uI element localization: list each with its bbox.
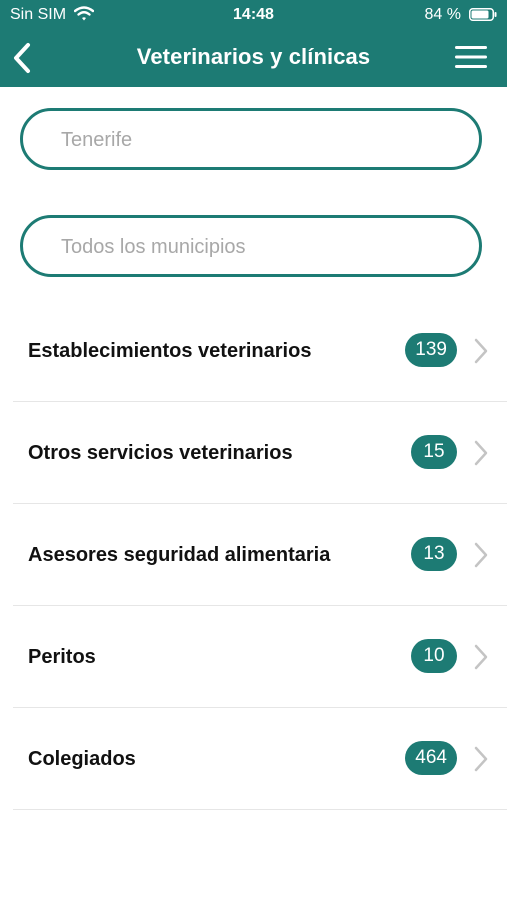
list-item-label: Colegiados bbox=[28, 748, 136, 770]
list-item-colegiados[interactable]: Colegiados 464 bbox=[13, 708, 507, 810]
chevron-right-icon bbox=[474, 440, 488, 466]
count-badge: 13 bbox=[411, 537, 457, 571]
count-badge: 15 bbox=[411, 435, 457, 469]
category-list: Establecimientos veterinarios 139 Otros … bbox=[13, 300, 507, 810]
list-item-label: Peritos bbox=[28, 646, 96, 668]
nav-bar: Veterinarios y clínicas bbox=[0, 30, 507, 87]
municipality-input[interactable] bbox=[59, 218, 459, 276]
battery-percent: 84 % bbox=[424, 6, 461, 23]
chevron-right-icon bbox=[474, 338, 488, 364]
chevron-right-icon bbox=[474, 644, 488, 670]
list-item-otros-servicios[interactable]: Otros servicios veterinarios 15 bbox=[13, 402, 507, 504]
island-field[interactable] bbox=[20, 108, 482, 170]
chevron-left-icon[interactable] bbox=[8, 40, 38, 76]
list-item-label: Asesores seguridad alimentaria bbox=[28, 544, 331, 566]
list-item-label: Establecimientos veterinarios bbox=[28, 340, 312, 362]
municipality-field[interactable] bbox=[20, 215, 482, 277]
top-bar: Sin SIM 14:48 84 % Veterinarios y clínic… bbox=[0, 0, 507, 87]
list-item-peritos[interactable]: Peritos 10 bbox=[13, 606, 507, 708]
chevron-right-icon bbox=[474, 746, 488, 772]
battery-icon bbox=[469, 8, 497, 21]
count-badge: 464 bbox=[405, 741, 457, 775]
page-title: Veterinarios y clínicas bbox=[136, 44, 371, 69]
count-badge: 139 bbox=[405, 333, 457, 367]
status-bar: Sin SIM 14:48 84 % bbox=[0, 0, 507, 30]
island-input[interactable] bbox=[59, 111, 459, 169]
list-item-label: Otros servicios veterinarios bbox=[28, 442, 293, 464]
chevron-right-icon bbox=[474, 542, 488, 568]
list-item-asesores[interactable]: Asesores seguridad alimentaria 13 bbox=[13, 504, 507, 606]
list-item-establecimientos[interactable]: Establecimientos veterinarios 139 bbox=[13, 300, 507, 402]
count-badge: 10 bbox=[411, 639, 457, 673]
hamburger-menu-icon[interactable] bbox=[455, 44, 487, 70]
